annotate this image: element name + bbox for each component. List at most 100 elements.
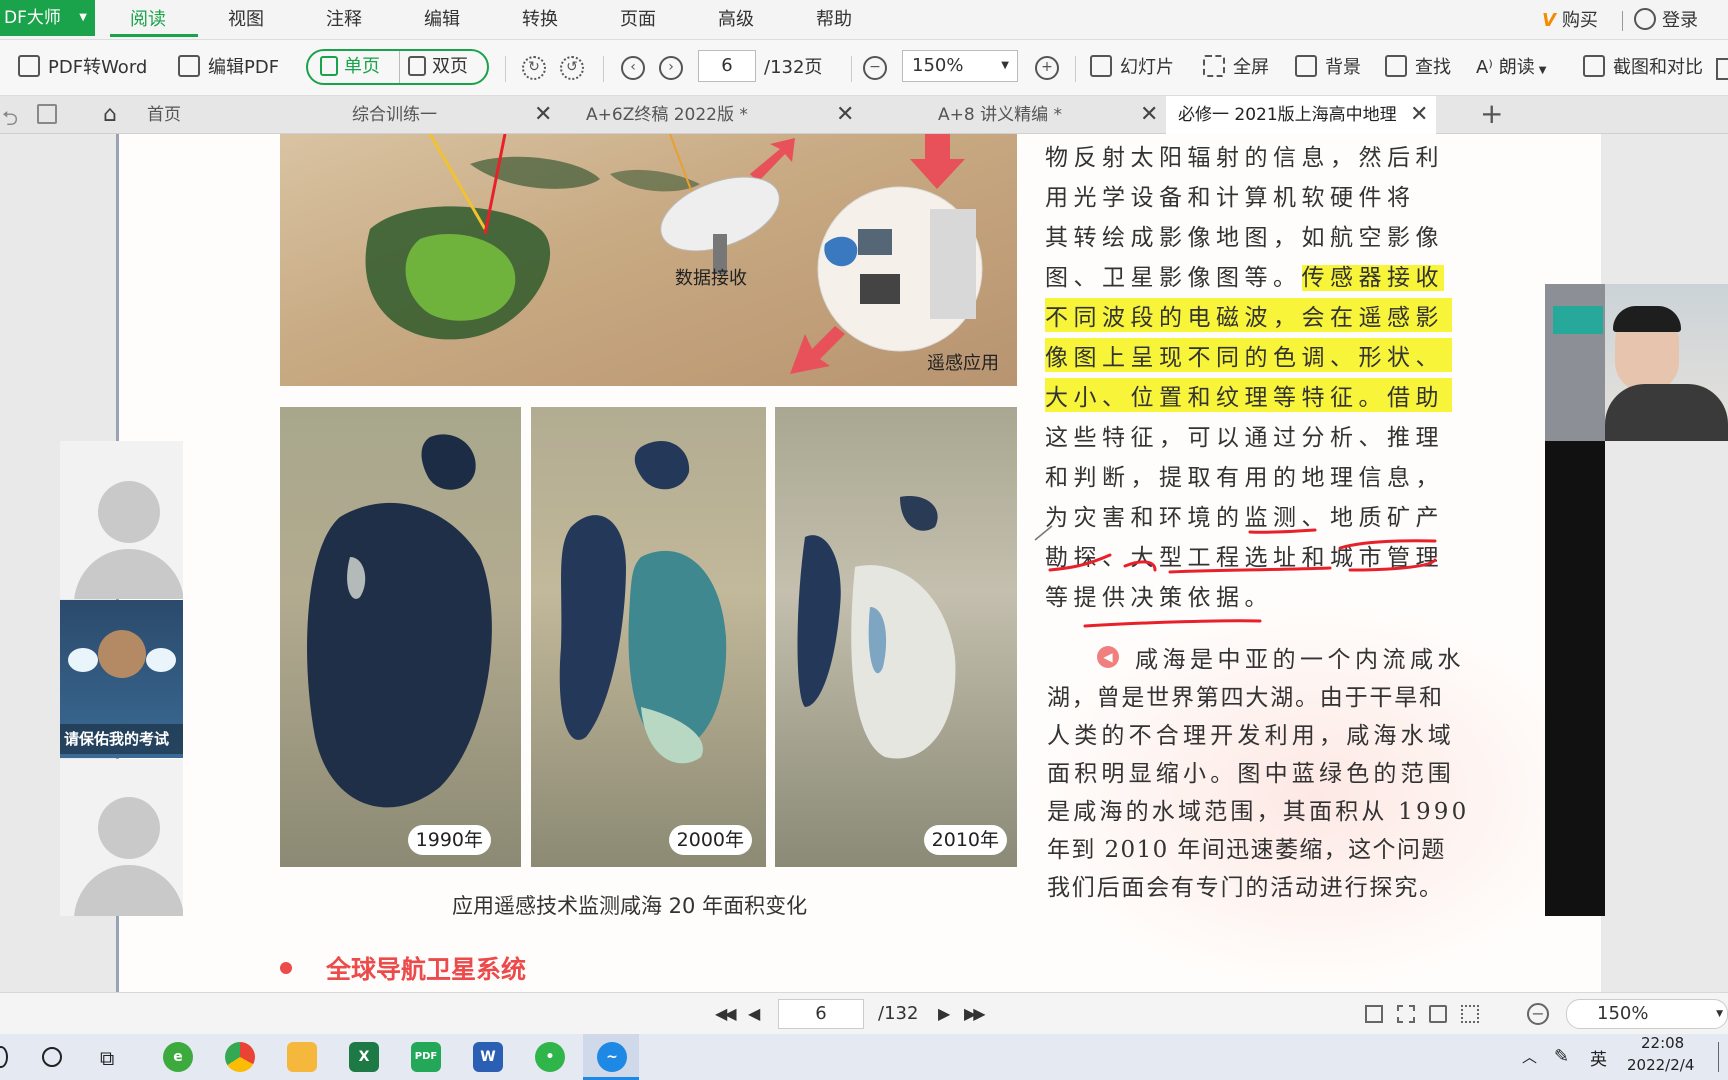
previous-page-icon[interactable]: ◀ <box>748 1001 760 1027</box>
buy-button[interactable]: V 购买 <box>1542 7 1598 35</box>
divider <box>603 56 604 82</box>
task-view-icon[interactable]: ⧉ <box>100 1046 114 1070</box>
background-label: 背景 <box>1325 57 1361 78</box>
teacher-webcam <box>1545 284 1728 441</box>
menu-annotate[interactable]: 注释 <box>326 6 362 34</box>
pen-icon[interactable]: ✎ <box>1554 1046 1569 1067</box>
undo-icon[interactable]: ⮌ <box>2 104 18 138</box>
slideshow-button[interactable]: 幻灯片 <box>1090 54 1174 82</box>
menu-edit[interactable]: 编辑 <box>424 6 460 34</box>
show-desktop-button[interactable] <box>1718 1042 1719 1072</box>
wechat-icon[interactable]: • <box>535 1042 565 1072</box>
chrome-icon[interactable] <box>225 1042 255 1072</box>
continuous-view-icon[interactable] <box>1429 1005 1447 1023</box>
rotate-counterclockwise-icon[interactable]: ↺ <box>560 56 584 80</box>
fullscreen-label: 全屏 <box>1233 57 1269 78</box>
text-span: 图、卫星影像图等。 <box>1045 265 1302 291</box>
windows-taskbar: ⧉ e X PDF W • ~ ︿ ✎ 英 22:08 2022/2/4 <box>0 1034 1728 1080</box>
tab-a8[interactable]: A+8 讲义精编 * ✕ <box>870 96 1160 134</box>
close-icon[interactable]: ✕ <box>1410 104 1428 126</box>
avatar-icon <box>74 865 183 916</box>
toolbar: PDF转Word 编辑PDF 单页 双页 ↻ ↺ ‹ › 6 /132页 − 1… <box>0 40 1728 96</box>
zoom-out-icon[interactable]: − <box>863 56 887 80</box>
first-page-icon[interactable]: ◀◀ <box>715 1001 737 1027</box>
tab-home[interactable]: ⌂ 首页 <box>100 96 330 134</box>
screenshot-icon <box>1583 55 1605 77</box>
diagram-illustration <box>365 134 983 374</box>
meeting-app-icon[interactable]: ~ <box>597 1042 627 1072</box>
next-page-icon[interactable]: › <box>659 56 683 80</box>
double-page-icon <box>408 56 426 76</box>
tab-a6z[interactable]: A+6Z终稿 2022版 * ✕ <box>570 96 860 134</box>
menu-convert[interactable]: 转换 <box>522 6 558 34</box>
highlighted-text-line: 不同波段的电磁波，会在遥感影 <box>1045 298 1452 332</box>
section-title: 全球导航卫星系统 <box>282 950 526 986</box>
tab-geography[interactable]: 必修一 2021版上海高中地理... ✕ <box>1166 96 1436 134</box>
overflow-icon[interactable] <box>1716 58 1728 80</box>
home-icon: ⌂ <box>103 102 117 127</box>
tab-training[interactable]: 综合训练一 ✕ <box>340 96 560 134</box>
menu-read[interactable]: 阅读 <box>130 6 166 34</box>
zoom-select[interactable]: 150% ▼ <box>902 50 1018 82</box>
excel-icon[interactable]: X <box>349 1042 379 1072</box>
zoom-out-icon[interactable]: − <box>1527 1003 1549 1025</box>
app-brand-button[interactable]: DF大师 ▼ <box>0 0 95 36</box>
next-page-icon[interactable]: ▶ <box>938 1001 950 1027</box>
divider <box>1075 56 1076 82</box>
webcam-panel-edge <box>1545 441 1605 916</box>
status-page-input[interactable]: 6 <box>778 999 864 1029</box>
zoom-in-icon[interactable]: + <box>1035 56 1059 80</box>
lake-shape <box>559 441 727 764</box>
search-icon[interactable] <box>42 1047 62 1067</box>
tray-overflow-icon[interactable]: ︿ <box>1522 1046 1537 1067</box>
menu-help[interactable]: 帮助 <box>816 6 852 34</box>
file-explorer-icon[interactable] <box>287 1042 317 1072</box>
clock-time[interactable]: 22:08 <box>1641 1034 1684 1052</box>
single-page-view-icon[interactable] <box>1365 1005 1383 1023</box>
menu-advanced[interactable]: 高级 <box>718 6 754 34</box>
edit-pdf-button[interactable]: 编辑PDF <box>178 54 279 82</box>
screenshot-compare-button[interactable]: 截图和对比 <box>1583 54 1703 82</box>
clock-date[interactable]: 2022/2/4 <box>1627 1056 1694 1074</box>
year-label-1990: 1990年 <box>407 825 491 855</box>
ime-indicator[interactable]: 英 <box>1590 1045 1607 1070</box>
double-page-view-icon[interactable] <box>1397 1005 1415 1023</box>
word-icon[interactable]: W <box>473 1042 503 1072</box>
page-number-input[interactable]: 6 <box>698 50 756 82</box>
search-icon <box>1385 55 1407 77</box>
start-icon[interactable] <box>0 1046 8 1068</box>
cartoon-wing-image <box>68 648 98 672</box>
highlighted-text-line: 大小、位置和纹理等特征。借助 <box>1045 378 1452 412</box>
status-zoom-value: 150% <box>1597 1003 1649 1024</box>
avatar-icon <box>98 481 160 543</box>
pdf-to-word-button[interactable]: PDF转Word <box>18 54 147 82</box>
menu-view[interactable]: 视图 <box>228 6 264 34</box>
save-icon[interactable] <box>37 104 57 124</box>
pdf-app-icon[interactable]: PDF <box>411 1042 441 1072</box>
background-button[interactable]: 背景 <box>1295 54 1361 82</box>
highlighted-text: 传感器接收 <box>1301 265 1444 291</box>
fullscreen-button[interactable]: 全屏 <box>1203 54 1269 82</box>
double-page-button[interactable]: 双页 <box>408 51 468 83</box>
last-page-icon[interactable]: ▶▶ <box>964 1001 986 1027</box>
menu-page[interactable]: 页面 <box>620 6 656 34</box>
year-label-2000: 2000年 <box>668 825 752 855</box>
text-line: 这些特征，可以通过分析、推理 <box>1045 425 1444 451</box>
text-line: 年到 2010 年间迅速萎缩，这个问题 <box>1047 837 1446 863</box>
highlighted-text-line: 像图上呈现不同的色调、形状、 <box>1045 338 1452 372</box>
browser-icon[interactable]: e <box>163 1042 193 1072</box>
status-zoom-select[interactable]: 150% ▼ <box>1566 999 1728 1029</box>
login-button[interactable]: 登录 <box>1634 7 1698 35</box>
find-button[interactable]: 查找 <box>1385 54 1451 82</box>
section-title-text: 全球导航卫星系统 <box>326 955 527 984</box>
new-tab-icon[interactable]: + <box>1480 99 1503 129</box>
close-icon[interactable]: ✕ <box>1140 104 1158 126</box>
single-page-button[interactable]: 单页 <box>320 51 380 83</box>
zoom-value: 150% <box>912 55 964 76</box>
previous-page-icon[interactable]: ‹ <box>621 56 645 80</box>
grid-view-icon[interactable] <box>1461 1005 1479 1023</box>
rotate-clockwise-icon[interactable]: ↻ <box>522 56 546 80</box>
close-icon[interactable]: ✕ <box>534 104 552 126</box>
close-icon[interactable]: ✕ <box>836 104 854 126</box>
read-aloud-button[interactable]: A⁾ 朗读 ▼ <box>1476 54 1546 82</box>
